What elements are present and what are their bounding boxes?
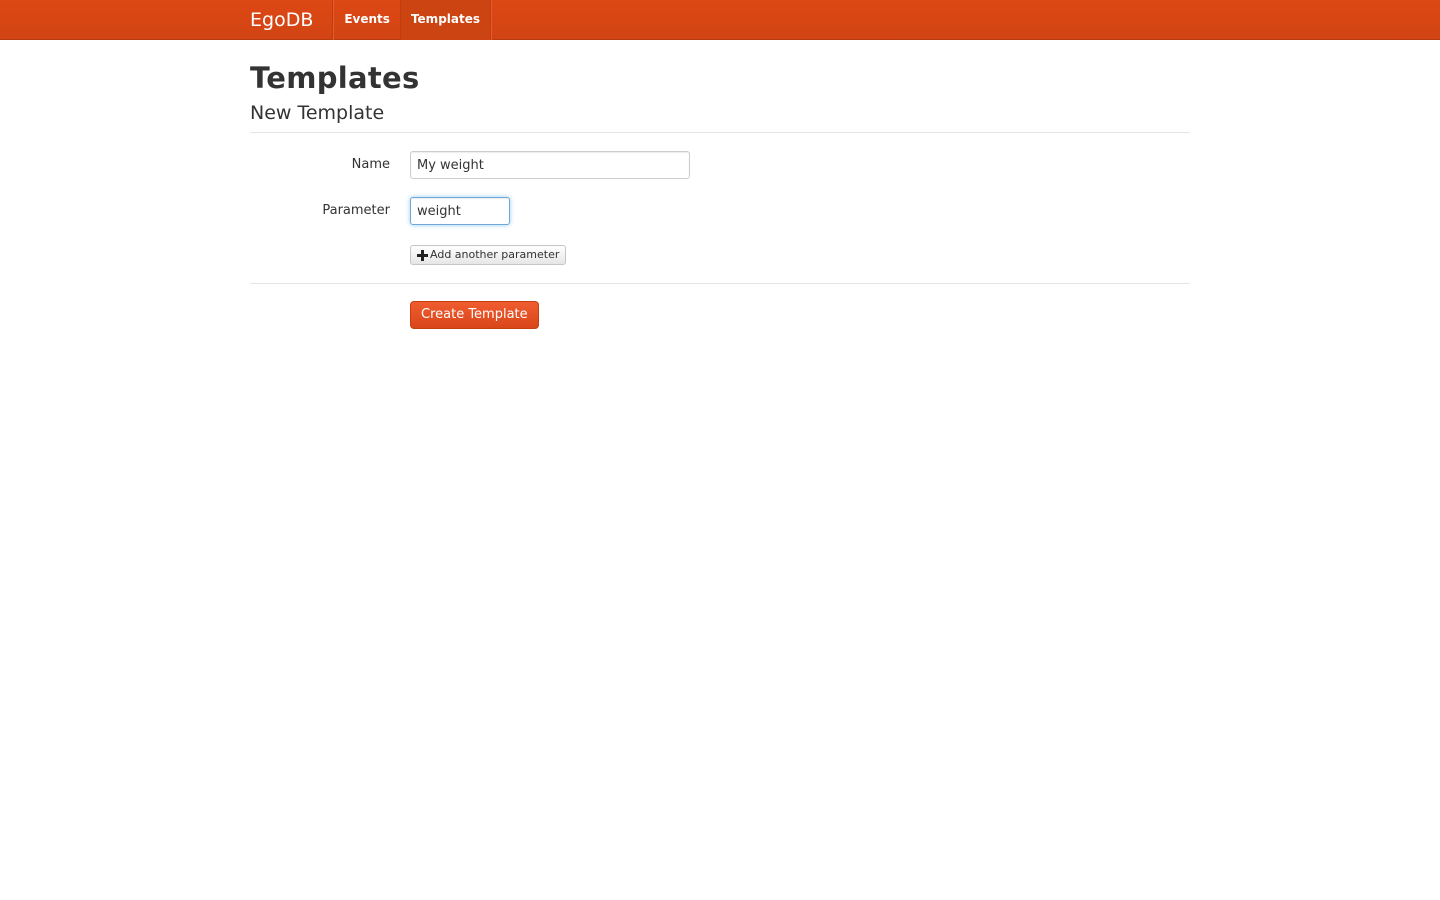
nav-item-events[interactable]: Events xyxy=(334,0,401,40)
brand-link[interactable]: EgoDB xyxy=(250,0,333,40)
form-actions-divider xyxy=(250,283,1190,284)
top-navbar: EgoDB Events Templates xyxy=(0,0,1440,40)
header-divider xyxy=(250,132,1190,133)
parameter-label: Parameter xyxy=(322,203,390,218)
nav-item-templates[interactable]: Templates xyxy=(400,0,492,40)
page-subtitle: New Template xyxy=(250,102,385,124)
name-input[interactable] xyxy=(410,151,690,179)
nav-list: Events Templates xyxy=(333,0,492,40)
parameter-input[interactable] xyxy=(410,197,510,225)
name-label: Name xyxy=(351,157,390,172)
create-template-button[interactable]: Create Template xyxy=(410,301,539,329)
add-parameter-label: Add another parameter xyxy=(430,248,560,261)
page-title: Templates xyxy=(250,61,420,95)
add-parameter-button[interactable]: Add another parameter xyxy=(410,245,567,265)
navbar-inner: EgoDB Events Templates xyxy=(250,0,492,40)
plus-icon xyxy=(417,249,428,261)
